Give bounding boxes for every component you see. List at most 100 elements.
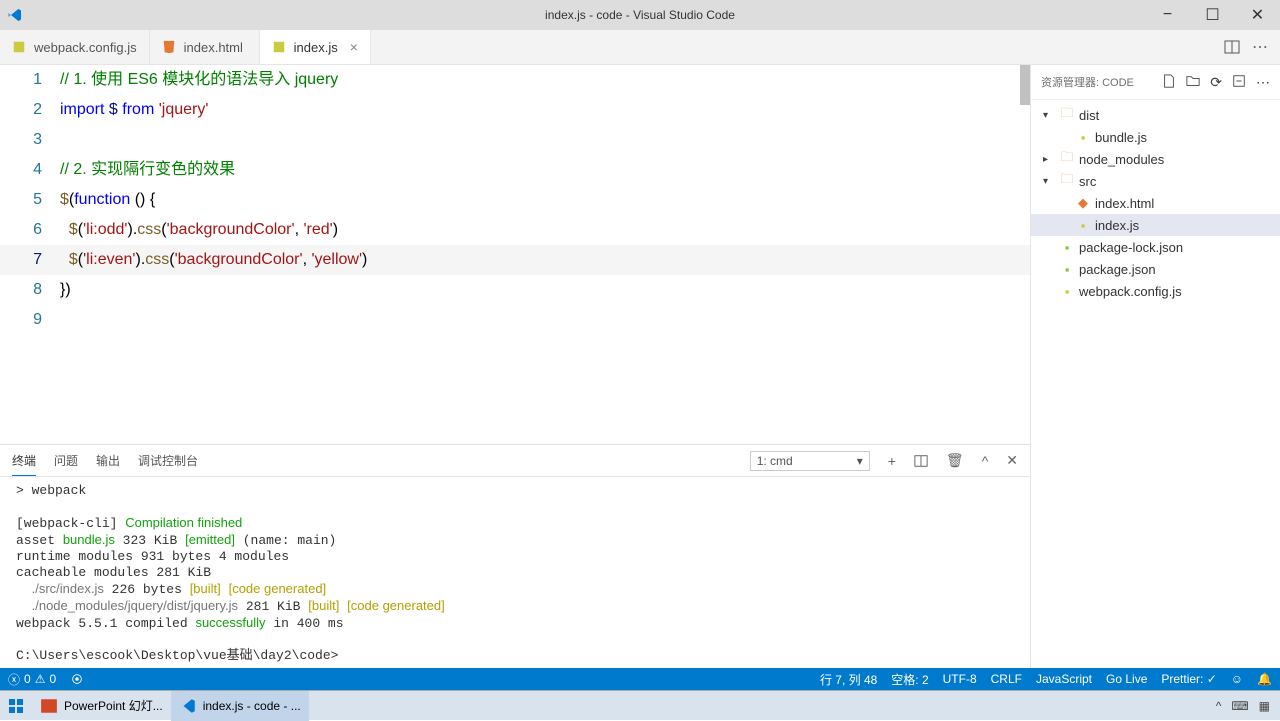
split-editor-icon[interactable] <box>1224 39 1240 55</box>
code-line[interactable]: // 1. 使用 ES6 模块化的语法导入 jquery <box>60 65 338 95</box>
split-terminal-icon[interactable] <box>914 454 928 468</box>
status-spaces[interactable]: 空格: 2 <box>891 671 928 688</box>
status-errors[interactable]: ⓧ0 ⚠0 <box>8 671 56 688</box>
line-number: 4 <box>0 155 60 185</box>
line-number: 6 <box>0 215 60 245</box>
statusbar: ⓧ0 ⚠0 行 7, 列 48 空格: 2 UTF-8 CRLF JavaScr… <box>0 668 1280 690</box>
status-port-icon[interactable] <box>70 672 84 686</box>
close-tab-icon[interactable]: × <box>350 39 358 55</box>
maximize-button[interactable]: ☐ <box>1190 0 1235 30</box>
kill-terminal-icon[interactable]: 🗑 <box>946 452 964 469</box>
line-number: 3 <box>0 125 60 155</box>
taskbar-item[interactable]: index.js - code - ... <box>171 691 309 721</box>
close-button[interactable]: ✕ <box>1235 0 1280 30</box>
panel-tab[interactable]: 问题 <box>54 452 78 469</box>
scrollbar-thumb[interactable] <box>1020 65 1030 105</box>
folder-icon: 🗀 <box>1059 104 1075 126</box>
tree-folder[interactable]: ▾🗀dist <box>1031 104 1280 126</box>
start-button[interactable] <box>0 691 32 721</box>
tray-keyboard-icon[interactable]: ⌨ <box>1231 699 1248 713</box>
new-folder-icon[interactable] <box>1186 74 1200 91</box>
tree-label: src <box>1079 174 1096 189</box>
status-golive[interactable]: Go Live <box>1106 672 1147 686</box>
code-line[interactable]: }) <box>60 275 71 305</box>
panel-tab[interactable]: 终端 <box>12 452 36 476</box>
file-icon <box>162 40 178 54</box>
tree-file[interactable]: ◆ index.html <box>1031 192 1280 214</box>
code-line[interactable]: $('li:even').css('backgroundColor', 'yel… <box>60 245 367 275</box>
line-number: 7 <box>0 245 60 275</box>
tree-label: bundle.js <box>1095 130 1147 145</box>
tree-file[interactable]: ▪webpack.config.js <box>1031 280 1280 302</box>
tree-label: webpack.config.js <box>1079 284 1182 299</box>
terminal-selector[interactable]: 1: cmd▾ <box>750 451 870 471</box>
status-lang[interactable]: JavaScript <box>1036 672 1092 686</box>
taskbar-label: index.js - code - ... <box>203 699 301 713</box>
line-number: 1 <box>0 65 60 95</box>
status-prettier[interactable]: Prettier: ✓ <box>1161 672 1216 686</box>
collapse-icon[interactable] <box>1232 74 1246 91</box>
tree-file[interactable]: ▪bundle.js <box>1031 126 1280 148</box>
more-icon[interactable]: ⋯ <box>1256 74 1270 91</box>
new-file-icon[interactable] <box>1162 74 1176 91</box>
terminal-output[interactable]: > webpack [webpack-cli] Compilation fini… <box>0 477 1030 668</box>
new-terminal-icon[interactable]: + <box>888 453 896 469</box>
code-line[interactable]: // 2. 实现隔行变色的效果 <box>60 155 235 185</box>
tree-label: node_modules <box>1079 152 1164 167</box>
status-eol[interactable]: CRLF <box>991 672 1022 686</box>
tab-label: webpack.config.js <box>34 40 137 55</box>
file-icon: ◆ <box>1075 195 1091 211</box>
tree-label: index.js <box>1095 218 1139 233</box>
file-icon <box>12 40 28 54</box>
file-icon: ▪ <box>1059 262 1075 277</box>
tree-folder[interactable]: ▸🗀node_modules <box>1031 148 1280 170</box>
explorer-title: 资源管理器: CODE <box>1041 74 1134 90</box>
code-line[interactable]: $('li:odd').css('backgroundColor', 'red'… <box>60 215 338 245</box>
tree-label: package-lock.json <box>1079 240 1183 255</box>
status-bell-icon[interactable]: 🔔 <box>1257 672 1272 686</box>
window-title: index.js - code - Visual Studio Code <box>545 8 735 22</box>
tab-label: index.html <box>184 40 243 55</box>
tree-file[interactable]: ▪package.json <box>1031 258 1280 280</box>
folder-icon: 🗀 <box>1059 148 1075 170</box>
taskbar-item[interactable]: PowerPoint 幻灯... <box>32 691 171 721</box>
terminal-panel: 终端 问题 输出 调试控制台 1: cmd▾ + 🗑 ^ ✕ > webpack [w… <box>0 444 1030 668</box>
maximize-panel-icon[interactable]: ^ <box>982 453 989 469</box>
file-icon <box>272 40 288 54</box>
code-line[interactable]: $(function () { <box>60 185 155 215</box>
tree-folder[interactable]: ▾ 🗀 src <box>1031 170 1280 192</box>
editor-tab[interactable]: index.html <box>150 30 260 64</box>
code-line[interactable]: import $ from 'jquery' <box>60 95 208 125</box>
app-icon <box>40 697 58 715</box>
panel-tab[interactable]: 调试控制台 <box>138 452 198 469</box>
status-encoding[interactable]: UTF-8 <box>943 672 977 686</box>
line-number: 9 <box>0 305 60 335</box>
file-icon: ▪ <box>1059 240 1075 255</box>
vscode-logo-icon <box>0 7 30 23</box>
tree-file[interactable]: ▪ package-lock.json <box>1031 236 1280 258</box>
tree-label: index.html <box>1095 196 1154 211</box>
tray-chevron-icon[interactable]: ^ <box>1216 699 1222 713</box>
file-icon: ▪ <box>1075 218 1091 233</box>
titlebar: index.js - code - Visual Studio Code − ☐… <box>0 0 1280 30</box>
editor-tab[interactable]: index.js× <box>260 30 371 64</box>
editor-tab[interactable]: webpack.config.js <box>0 30 150 64</box>
tray-status-icon[interactable]: ▦ <box>1259 699 1270 713</box>
tree-file[interactable]: ▪ index.js <box>1031 214 1280 236</box>
more-actions-icon[interactable]: ⋯ <box>1252 37 1268 57</box>
close-panel-icon[interactable]: ✕ <box>1006 452 1018 469</box>
panel-tab[interactable]: 输出 <box>96 452 120 469</box>
tree-label: dist <box>1079 108 1099 123</box>
folder-icon: 🗀 <box>1059 170 1075 192</box>
code-editor[interactable]: 1// 1. 使用 ES6 模块化的语法导入 jquery2import $ f… <box>0 65 1030 444</box>
taskbar-label: PowerPoint 幻灯... <box>64 697 163 714</box>
windows-taskbar: PowerPoint 幻灯...index.js - code - ... ^ … <box>0 690 1280 720</box>
status-feedback-icon[interactable]: ☺ <box>1231 672 1243 686</box>
editor-tabbar: webpack.config.js index.html index.js× ⋯ <box>0 30 1280 65</box>
app-icon <box>179 697 197 715</box>
chevron-icon: ▾ <box>1043 176 1055 187</box>
status-lncol[interactable]: 行 7, 列 48 <box>820 671 877 688</box>
line-number: 5 <box>0 185 60 215</box>
minimize-button[interactable]: − <box>1145 0 1190 30</box>
refresh-icon[interactable]: ⟳ <box>1210 74 1222 91</box>
